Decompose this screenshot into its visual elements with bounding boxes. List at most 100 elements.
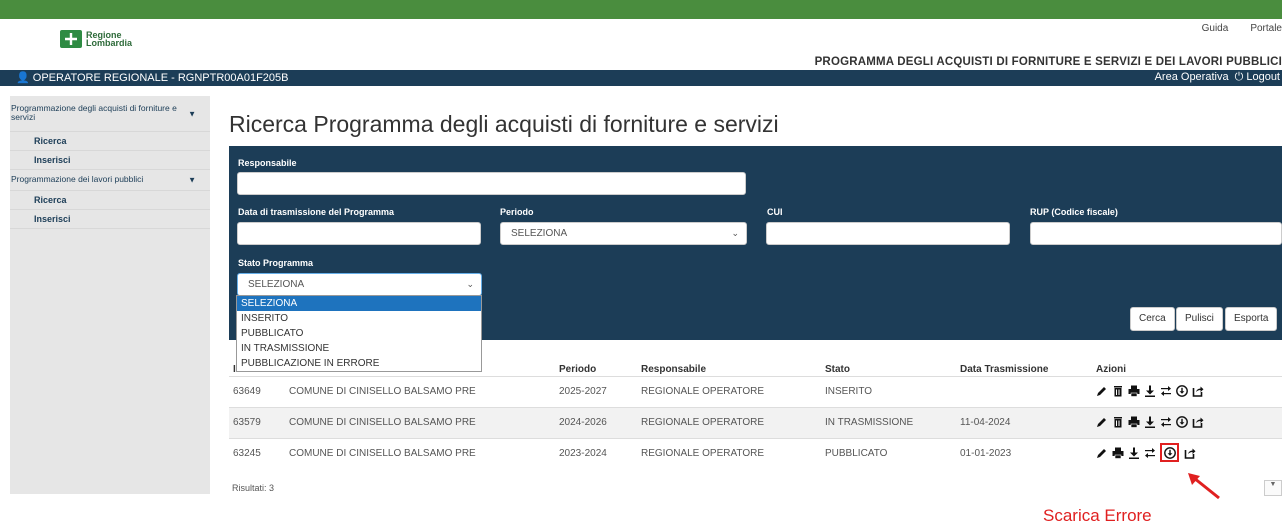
user-icon: 👤: [16, 72, 30, 84]
top-green-bar: [0, 0, 1282, 19]
sidebar-section-acquisti[interactable]: Programmazione degli acquisti di fornitu…: [10, 96, 210, 132]
sidebar-item-inserisci-lavori[interactable]: Inserisci: [10, 210, 210, 229]
program-title: PROGRAMMA DEGLI ACQUISTI DI FORNITURE E …: [814, 56, 1282, 68]
cell-stato: PUBBLICATO: [825, 448, 888, 459]
delete-icon[interactable]: [1111, 383, 1124, 398]
chevron-down-icon: ⌄: [731, 228, 739, 238]
th-data-trasmissione[interactable]: Data Trasmissione: [960, 364, 1048, 375]
row-actions: [1095, 443, 1196, 462]
print-icon[interactable]: [1127, 383, 1140, 398]
cerca-button[interactable]: Cerca: [1130, 307, 1175, 331]
cell-stato: INSERITO: [825, 386, 873, 397]
user-name: OPERATORE REGIONALE - RGNPTR00A01F205B: [32, 72, 289, 84]
data-trasmissione-input[interactable]: [237, 222, 481, 245]
responsabile-label: Responsabile: [238, 158, 297, 168]
sidebar-item-inserisci-acquisti[interactable]: Inserisci: [10, 151, 210, 170]
top-links: Guida Portale: [1202, 23, 1282, 34]
table-row: 63649 COMUNE DI CINISELLO BALSAMO PRE 20…: [229, 376, 1282, 407]
share-icon[interactable]: [1191, 414, 1204, 429]
transfer-icon[interactable]: [1159, 383, 1172, 398]
print-icon[interactable]: [1111, 445, 1124, 460]
responsabile-input[interactable]: [237, 172, 746, 195]
transfer-icon[interactable]: [1159, 414, 1172, 429]
cui-input[interactable]: [766, 222, 1010, 245]
cell-id: 63245: [233, 448, 261, 459]
stato-option-inserito[interactable]: INSERITO: [237, 311, 481, 326]
th-responsabile[interactable]: Responsabile: [641, 364, 706, 375]
scarica-errore-icon[interactable]: [1160, 443, 1179, 462]
download-icon[interactable]: [1143, 383, 1156, 398]
user-bar: 👤 OPERATORE REGIONALE - RGNPTR00A01F205B…: [0, 70, 1282, 86]
stato-option-in-trasmissione[interactable]: IN TRASMISSIONE: [237, 341, 481, 356]
cell-data: 11-04-2024: [960, 417, 1011, 428]
sidebar-section-lavori[interactable]: Programmazione dei lavori pubblici ▼: [10, 170, 210, 191]
logout-link[interactable]: ⏻ Logout: [1235, 71, 1280, 84]
regione-lombardia-cross-icon: [60, 30, 82, 48]
regione-lombardia-logo[interactable]: Regione Lombardia: [60, 30, 132, 48]
guida-link[interactable]: Guida: [1202, 23, 1229, 34]
cell-stato: IN TRASMISSIONE: [825, 417, 914, 428]
share-icon[interactable]: [1183, 445, 1196, 460]
periodo-label: Periodo: [500, 207, 534, 217]
cell-id: 63579: [233, 417, 261, 428]
print-icon[interactable]: [1127, 414, 1140, 429]
area-operativa-link[interactable]: Area Operativa: [1155, 71, 1229, 84]
th-stato[interactable]: Stato: [825, 364, 850, 375]
edit-icon[interactable]: [1095, 383, 1108, 398]
th-periodo[interactable]: Periodo: [559, 364, 596, 375]
stato-programma-dropdown: SELEZIONA INSERITO PUBBLICATO IN TRASMIS…: [236, 295, 482, 372]
cell-data: 01-01-2023: [960, 448, 1012, 459]
sidebar-item-ricerca-acquisti[interactable]: Ricerca: [10, 132, 210, 151]
chevron-down-icon: ⌄: [466, 279, 474, 289]
periodo-select[interactable]: SELEZIONA ⌄: [500, 222, 747, 245]
sidebar-item-ricerca-lavori[interactable]: Ricerca: [10, 191, 210, 210]
page-title: Ricerca Programma degli acquisti di forn…: [229, 111, 779, 137]
results-count: Risultati: 3: [232, 483, 275, 493]
stato-option-pubblicazione-errore[interactable]: PUBBLICAZIONE IN ERRORE: [237, 356, 481, 371]
cell-periodo: 2024-2026: [559, 417, 607, 428]
stato-option-seleziona[interactable]: SELEZIONA: [237, 296, 481, 311]
stato-option-pubblicato[interactable]: PUBBLICATO: [237, 326, 481, 341]
scarica-errore-callout: Scarica Errore: [1043, 506, 1152, 525]
callout-arrow-icon: [1188, 473, 1220, 500]
scroll-down-icon[interactable]: ▼: [1264, 480, 1282, 496]
logout-label: Logout: [1246, 71, 1280, 83]
stato-programma-select[interactable]: SELEZIONA ⌄: [237, 273, 482, 296]
download-icon[interactable]: [1143, 414, 1156, 429]
download-circle-icon[interactable]: [1175, 414, 1188, 429]
rup-label: RUP (Codice fiscale): [1030, 207, 1118, 217]
cell-ente: COMUNE DI CINISELLO BALSAMO PRE: [289, 448, 476, 459]
rup-input[interactable]: [1030, 222, 1282, 245]
stato-select-value: SELEZIONA: [248, 279, 305, 290]
cell-id: 63649: [233, 386, 261, 397]
cell-periodo: 2023-2024: [559, 448, 607, 459]
cell-responsabile: REGIONALE OPERATORE: [641, 386, 764, 397]
logo-text-line2: Lombardia: [86, 38, 133, 48]
row-actions: [1095, 383, 1204, 398]
portale-link[interactable]: Portale: [1250, 23, 1282, 34]
delete-icon[interactable]: [1111, 414, 1124, 429]
download-icon[interactable]: [1127, 445, 1140, 460]
download-circle-icon[interactable]: [1175, 383, 1188, 398]
esporta-button[interactable]: Esporta: [1225, 307, 1278, 331]
cell-responsabile: REGIONALE OPERATORE: [641, 448, 764, 459]
pulisci-button[interactable]: Pulisci: [1176, 307, 1223, 331]
share-icon[interactable]: [1191, 383, 1204, 398]
edit-icon[interactable]: [1095, 445, 1108, 460]
cell-responsabile: REGIONALE OPERATORE: [641, 417, 764, 428]
cell-ente: COMUNE DI CINISELLO BALSAMO PRE: [289, 417, 476, 428]
table-row: 63579 COMUNE DI CINISELLO BALSAMO PRE 20…: [229, 407, 1282, 438]
power-icon: ⏻: [1234, 71, 1244, 83]
edit-icon[interactable]: [1095, 414, 1108, 429]
cui-label: CUI: [767, 207, 783, 217]
table-row: 63245 COMUNE DI CINISELLO BALSAMO PRE 20…: [229, 438, 1282, 469]
caret-down-icon: ▼: [188, 109, 196, 118]
sidebar: Programmazione degli acquisti di fornitu…: [10, 96, 210, 494]
cell-ente: COMUNE DI CINISELLO BALSAMO PRE: [289, 386, 476, 397]
row-actions: [1095, 414, 1204, 429]
caret-down-icon: ▼: [188, 175, 196, 185]
cell-periodo: 2025-2027: [559, 386, 607, 397]
user-info: 👤 OPERATORE REGIONALE - RGNPTR00A01F205B: [16, 71, 289, 84]
transfer-icon[interactable]: [1143, 445, 1156, 460]
stato-programma-label: Stato Programma: [238, 258, 314, 268]
